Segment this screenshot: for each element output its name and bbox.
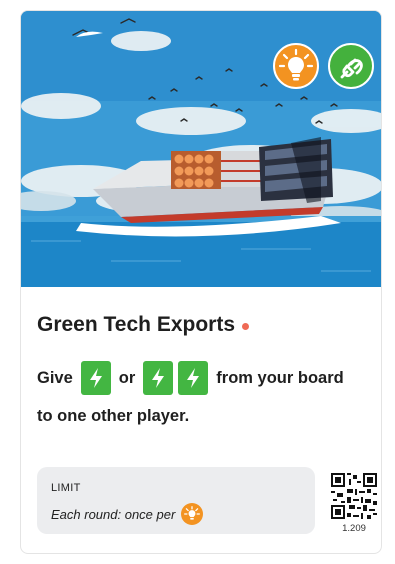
ship-illustration (21, 11, 381, 287)
limit-text-row: Each round: once per (51, 503, 301, 525)
card-illustration (21, 11, 381, 287)
effect-from: from your board (216, 368, 344, 387)
lightbulb-icon (273, 43, 319, 89)
effect-line2: to one other player. (37, 407, 190, 425)
card-effect: Give or from your board to one other pla… (37, 359, 377, 426)
title-dot-icon (242, 323, 250, 330)
card-title: Green Tech Exports (37, 313, 236, 336)
limit-box: LIMIT Each round: once per (37, 467, 315, 534)
limit-label: LIMIT (51, 482, 81, 494)
effect-give: Give (37, 368, 73, 387)
card-title-row: Green Tech Exports (37, 313, 250, 337)
energy-token-icon (178, 361, 209, 395)
effect-or: or (118, 368, 136, 387)
limit-text: Each round: once per (51, 506, 176, 522)
version-number: 1.209 (342, 523, 366, 534)
energy-token-icon (143, 361, 174, 395)
lightbulb-icon (181, 503, 204, 525)
energy-token-icon (80, 361, 111, 395)
card: Green Tech Exports Give or from your boa… (20, 10, 382, 554)
qr-code (331, 473, 377, 519)
plug-icon (328, 43, 374, 89)
